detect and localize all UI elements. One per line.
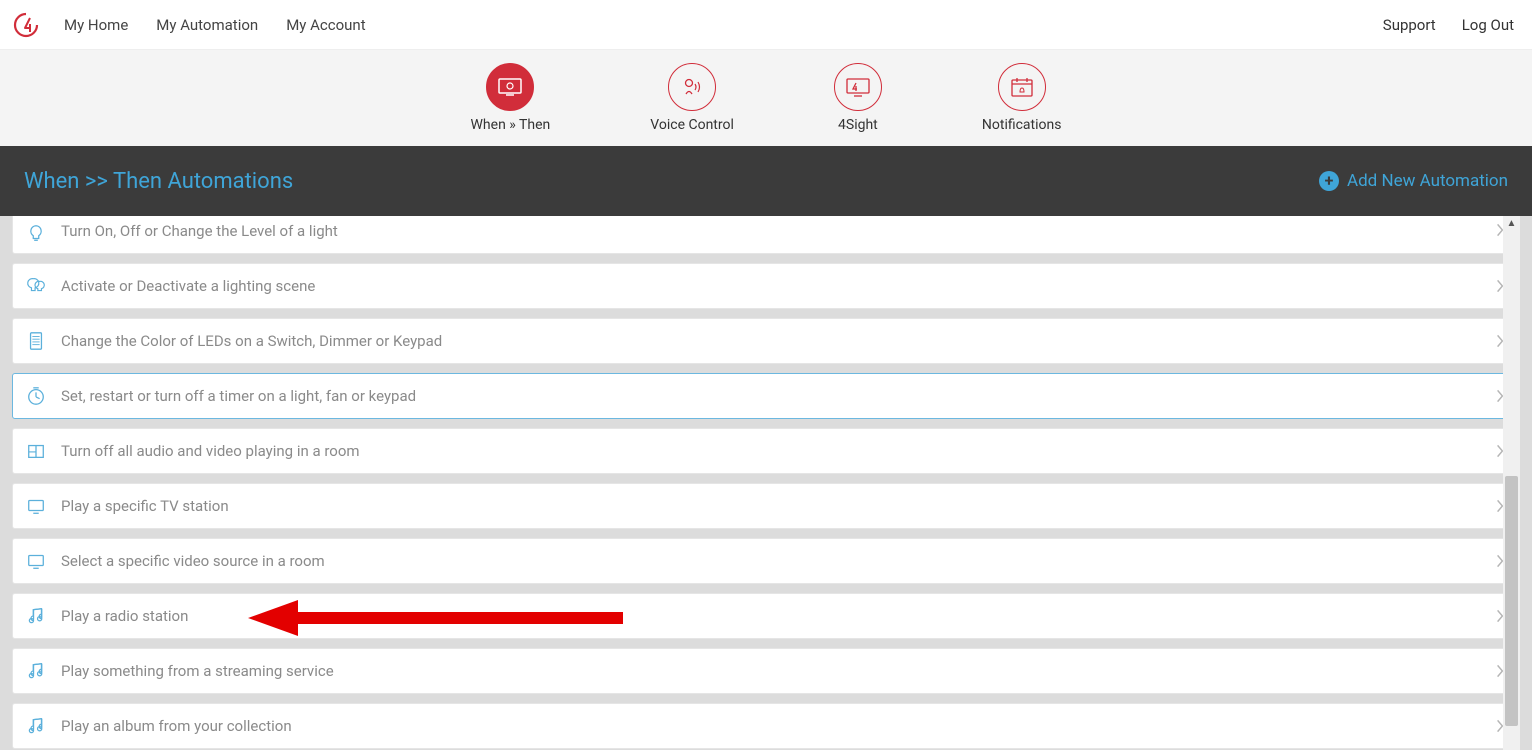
tab-when-then[interactable]: When » Then <box>471 63 551 133</box>
section-title: When >> Then Automations <box>24 169 293 194</box>
nav-left: My Home My Automation My Account <box>64 16 366 34</box>
action-item[interactable]: Set, restart or turn off a timer on a li… <box>12 373 1520 419</box>
action-item[interactable]: Turn On, Off or Change the Level of a li… <box>12 216 1520 254</box>
tv-icon <box>25 495 47 517</box>
action-item-label: Activate or Deactivate a lighting scene <box>61 277 1495 295</box>
timer-icon <box>25 385 47 407</box>
music-icon <box>25 660 47 682</box>
plus-circle-icon: + <box>1319 171 1339 191</box>
bulb-icon <box>25 222 47 244</box>
action-item-label: Set, restart or turn off a timer on a li… <box>61 387 1495 405</box>
action-item-label: Change the Color of LEDs on a Switch, Di… <box>61 332 1495 350</box>
screen-icon <box>486 63 534 111</box>
action-item-label: Play something from a streaming service <box>61 662 1495 680</box>
sight-icon <box>834 63 882 111</box>
nav-logout[interactable]: Log Out <box>1462 16 1514 34</box>
scroll-area: Turn On, Off or Change the Level of a li… <box>12 216 1520 750</box>
tab-label: When » Then <box>471 117 551 133</box>
action-item-label: Select a specific video source in a room <box>61 552 1495 570</box>
scrollbar-thumb[interactable] <box>1505 476 1518 726</box>
nav-my-account[interactable]: My Account <box>286 16 365 34</box>
action-item-label: Play an album from your collection <box>61 717 1495 735</box>
action-item[interactable]: Play a radio station <box>12 593 1520 639</box>
action-list: Turn On, Off or Change the Level of a li… <box>12 216 1520 749</box>
nav-my-home[interactable]: My Home <box>64 16 128 34</box>
add-new-label: Add New Automation <box>1347 171 1508 191</box>
keypad-icon <box>25 330 47 352</box>
scrollbar-track[interactable]: ▲ <box>1503 216 1520 750</box>
tab-4sight[interactable]: 4Sight <box>834 63 882 133</box>
tv-icon <box>25 550 47 572</box>
action-item[interactable]: Turn off all audio and video playing in … <box>12 428 1520 474</box>
action-item[interactable]: Play an album from your collection <box>12 703 1520 749</box>
room-icon <box>25 440 47 462</box>
action-item[interactable]: Play a specific TV station <box>12 483 1520 529</box>
content-area: Turn On, Off or Change the Level of a li… <box>0 216 1532 750</box>
tab-label: Voice Control <box>650 117 734 133</box>
action-item[interactable]: Change the Color of LEDs on a Switch, Di… <box>12 318 1520 364</box>
tab-label: Notifications <box>982 117 1062 133</box>
music-icon <box>25 605 47 627</box>
add-new-automation-button[interactable]: + Add New Automation <box>1319 171 1508 191</box>
action-item-label: Play a specific TV station <box>61 497 1495 515</box>
scene-icon <box>25 275 47 297</box>
action-item-label: Turn On, Off or Change the Level of a li… <box>61 222 1495 240</box>
action-item[interactable]: Activate or Deactivate a lighting scene <box>12 263 1520 309</box>
voice-icon <box>668 63 716 111</box>
tab-notifications[interactable]: Notifications <box>982 63 1062 133</box>
nav-support[interactable]: Support <box>1383 16 1436 34</box>
tab-bar: When » Then Voice Control 4Sight <box>0 50 1532 146</box>
tab-label: 4Sight <box>838 117 878 133</box>
section-header: When >> Then Automations + Add New Autom… <box>0 146 1532 216</box>
scroll-up-arrow-icon[interactable]: ▲ <box>1506 218 1517 229</box>
top-nav: My Home My Automation My Account Support… <box>0 0 1532 50</box>
action-item-label: Turn off all audio and video playing in … <box>61 442 1495 460</box>
nav-right: Support Log Out <box>1383 16 1514 34</box>
action-item[interactable]: Select a specific video source in a room <box>12 538 1520 584</box>
action-item[interactable]: Play something from a streaming service <box>12 648 1520 694</box>
calendar-bell-icon <box>998 63 1046 111</box>
action-item-label: Play a radio station <box>61 607 1495 625</box>
brand-logo <box>12 11 40 39</box>
tab-voice-control[interactable]: Voice Control <box>650 63 734 133</box>
music-icon <box>25 715 47 737</box>
nav-my-automation[interactable]: My Automation <box>156 16 258 34</box>
